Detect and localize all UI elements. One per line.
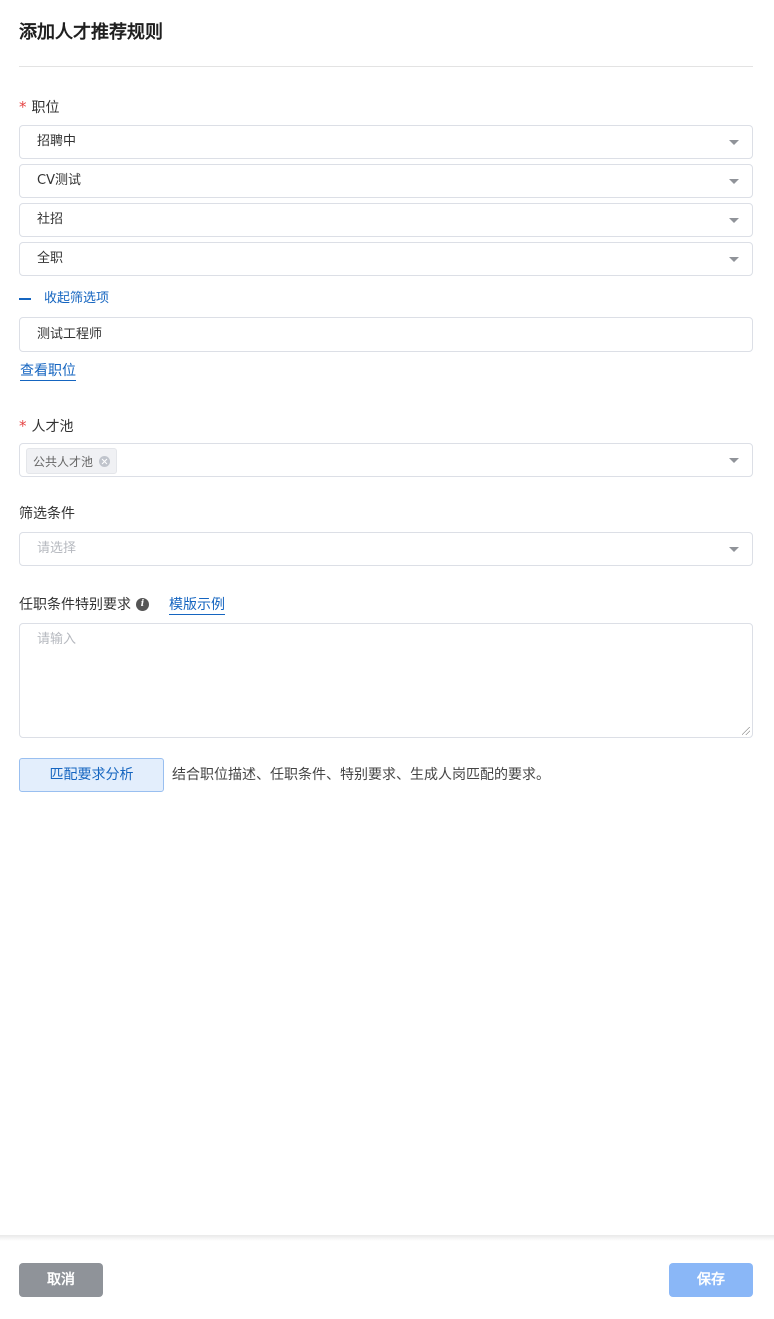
match-analysis-hint: 结合职位描述、任职条件、特别要求、生成人岗匹配的要求。 [172, 767, 550, 783]
requirements-textarea[interactable]: 请输入 [19, 623, 753, 738]
cancel-button[interactable]: 取消 [19, 1263, 103, 1297]
position-label-text: 职位 [31, 100, 60, 116]
recruit-type-select[interactable]: 社招 [19, 203, 753, 237]
collapse-filters-toggle[interactable]: 收起筛选项 [19, 289, 109, 309]
requirements-label-text: 任职条件特别要求 [19, 597, 131, 613]
collapse-filters-label: 收起筛选项 [44, 291, 110, 306]
resize-handle-icon[interactable] [742, 727, 750, 735]
talent-pool-label-text: 人才池 [31, 419, 74, 435]
chevron-down-icon [729, 140, 739, 145]
required-mark: * [19, 417, 27, 435]
select-value: 招聘中 [37, 134, 77, 149]
position-search-input[interactable]: 测试工程师 [19, 317, 753, 352]
job-type-select[interactable]: 全职 [19, 242, 753, 276]
position-label: * 职位 [19, 97, 60, 118]
chevron-down-icon [729, 458, 739, 463]
add-talent-rule-page: 添加人才推荐规则 * 职位 招聘中 CV测试 社招 全职 收起筛选项 测试工程师 … [0, 0, 774, 1319]
requirements-label: 任职条件特别要求 i [19, 595, 149, 615]
position-status-select[interactable]: 招聘中 [19, 125, 753, 159]
chevron-down-icon [729, 547, 739, 552]
template-example-link[interactable]: 模版示例 [169, 596, 225, 615]
talent-pool-select[interactable]: 公共人才池 [19, 443, 753, 477]
chevron-down-icon [729, 257, 739, 262]
chevron-down-icon [729, 218, 739, 223]
info-icon[interactable]: i [136, 597, 149, 611]
position-name-select[interactable]: CV测试 [19, 164, 753, 198]
match-analysis-button[interactable]: 匹配要求分析 [19, 758, 164, 792]
chevron-down-icon [729, 179, 739, 184]
select-placeholder: 请选择 [37, 541, 77, 556]
tag-label: 公共人才池 [33, 454, 94, 469]
required-mark: * [19, 98, 27, 116]
close-icon[interactable] [99, 455, 111, 467]
position-search-value: 测试工程师 [37, 327, 103, 342]
select-value: 全职 [37, 251, 64, 266]
talent-pool-label: * 人才池 [19, 416, 74, 437]
talent-pool-tag: 公共人才池 [26, 448, 118, 474]
filter-condition-select[interactable]: 请选择 [19, 532, 753, 566]
textarea-placeholder: 请输入 [37, 632, 77, 647]
filter-label: 筛选条件 [19, 506, 75, 522]
title-divider [19, 66, 753, 67]
view-position-link[interactable]: 查看职位 [20, 362, 76, 381]
minus-icon [19, 298, 31, 300]
save-button[interactable]: 保存 [669, 1263, 753, 1297]
page-title: 添加人才推荐规则 [19, 22, 163, 43]
footer-divider [0, 1235, 774, 1241]
select-value: CV测试 [37, 173, 81, 188]
select-value: 社招 [37, 212, 64, 227]
